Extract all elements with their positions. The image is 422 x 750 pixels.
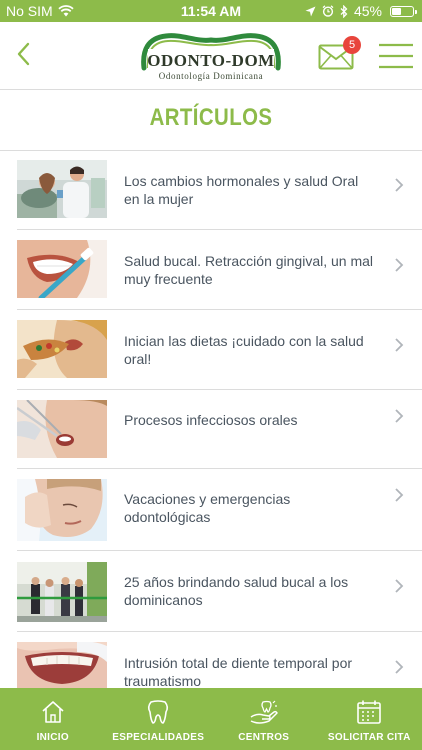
dentist-patient-photo bbox=[17, 160, 107, 218]
article-row[interactable]: Vacaciones y emergencias odontológicas bbox=[0, 469, 422, 551]
header-divider bbox=[0, 89, 422, 90]
tab-inicio[interactable]: INICIO bbox=[0, 688, 106, 750]
tab-label: INICIO bbox=[36, 732, 69, 743]
article-row[interactable]: Intrusión total de diente temporal por t… bbox=[0, 632, 422, 689]
article-thumbnail bbox=[17, 160, 107, 218]
article-row[interactable]: Los cambios hormonales y salud Oral en l… bbox=[0, 150, 422, 230]
article-title: 25 años brindando salud bucal a los domi… bbox=[124, 574, 349, 608]
home-icon bbox=[42, 701, 64, 723]
ribbon-cutting-photo bbox=[17, 562, 107, 622]
article-title: Intrusión total de diente temporal por t… bbox=[124, 655, 353, 689]
article-thumbnail bbox=[17, 479, 107, 541]
notification-badge: 5 bbox=[343, 36, 361, 54]
woman-toothache-photo bbox=[17, 479, 107, 541]
battery-icon bbox=[390, 5, 417, 17]
status-bar: No SIM 11:54 AM 45% bbox=[0, 0, 422, 22]
article-thumbnail bbox=[17, 562, 107, 622]
chevron-right-icon bbox=[395, 660, 404, 674]
dental-exam-photo bbox=[17, 400, 107, 458]
chevron-right-icon bbox=[395, 579, 404, 593]
bottom-tab-bar: INICIO ESPECIALIDADES CENTROS SOLICITAR … bbox=[0, 688, 422, 750]
logo-main-text: ODONTO-DOM bbox=[147, 51, 275, 70]
article-title: Los cambios hormonales y salud Oral en l… bbox=[124, 173, 359, 207]
article-row[interactable]: Salud bucal. Retracción gingival, un mal… bbox=[0, 230, 422, 310]
chevron-right-icon bbox=[395, 258, 404, 272]
article-title: Procesos infecciosos orales bbox=[124, 412, 298, 428]
article-title: Inician las dietas ¡cuidado con la salud… bbox=[124, 333, 364, 367]
woman-eating-photo bbox=[17, 320, 107, 378]
chevron-right-icon bbox=[395, 338, 404, 352]
tab-label: SOLICITAR CITA bbox=[327, 732, 411, 743]
chevron-right-icon bbox=[395, 409, 404, 423]
logo-sub-text: Odontología Dominicana bbox=[158, 71, 264, 81]
tab-especialidades[interactable]: ESPECIALIDADES bbox=[106, 688, 212, 750]
tab-label: ESPECIALIDADES bbox=[112, 732, 205, 743]
battery-percent: 45% bbox=[353, 3, 382, 19]
article-title: Vacaciones y emergencias odontológicas bbox=[124, 491, 291, 525]
article-title: Salud bucal. Retracción gingival, un mal… bbox=[124, 253, 374, 287]
tab-label: CENTROS bbox=[238, 732, 290, 743]
child-teeth-photo bbox=[17, 642, 107, 688]
article-row[interactable]: Procesos infecciosos orales bbox=[0, 390, 422, 469]
alarm-icon bbox=[322, 5, 334, 17]
app-header: ODONTO-DOM Odontología Dominicana 5 bbox=[0, 22, 422, 90]
article-thumbnail bbox=[17, 400, 107, 458]
chevron-left-icon bbox=[17, 42, 30, 66]
chevron-right-icon bbox=[395, 488, 404, 502]
menu-button[interactable] bbox=[378, 43, 414, 69]
back-button[interactable] bbox=[10, 36, 40, 72]
tooth-icon bbox=[148, 700, 169, 724]
tab-centros[interactable]: CENTROS bbox=[211, 688, 317, 750]
article-thumbnail bbox=[17, 240, 107, 298]
location-arrow-icon bbox=[305, 6, 316, 16]
article-row[interactable]: Inician las dietas ¡cuidado con la salud… bbox=[0, 310, 422, 390]
odonto-dom-logo: ODONTO-DOM Odontología Dominicana bbox=[138, 32, 284, 84]
hamburger-menu-icon bbox=[379, 43, 413, 69]
status-right: 45% bbox=[305, 3, 417, 19]
calendar-icon bbox=[357, 700, 382, 724]
page-title: ARTÍCULOS bbox=[149, 104, 273, 131]
article-thumbnail bbox=[17, 320, 107, 378]
article-thumbnail bbox=[17, 642, 107, 688]
woman-brushing-teeth-photo bbox=[17, 240, 107, 298]
article-row[interactable]: 25 años brindando salud bucal a los domi… bbox=[0, 551, 422, 632]
bluetooth-icon bbox=[340, 4, 348, 18]
chevron-right-icon bbox=[395, 178, 404, 192]
battery-fill bbox=[392, 7, 401, 15]
hand-care-icon bbox=[250, 700, 278, 724]
tab-solicitar-cita[interactable]: SOLICITAR CITA bbox=[317, 688, 422, 750]
